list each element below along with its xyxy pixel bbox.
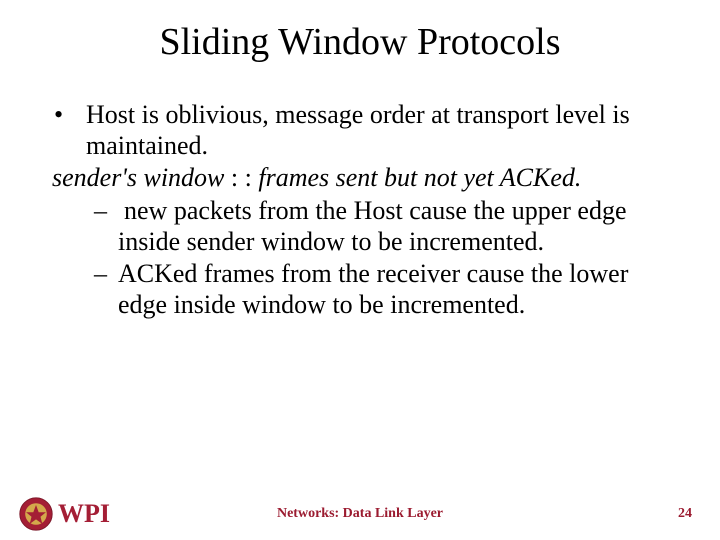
dash-icon: – — [94, 259, 118, 320]
definition-line: sender's window : : frames sent but not … — [52, 163, 672, 194]
bullet-dot-icon: • — [52, 100, 86, 161]
page-number: 24 — [678, 506, 692, 522]
dash-icon: – — [94, 196, 118, 257]
bullet-text: Host is oblivious, message order at tran… — [86, 100, 672, 161]
sub-bullet-text: ACKed frames from the receiver cause the… — [118, 259, 672, 320]
slide: Sliding Window Protocols • Host is obliv… — [0, 0, 720, 540]
slide-title: Sliding Window Protocols — [0, 20, 720, 64]
definition-desc: frames sent but not yet ACKed. — [258, 163, 581, 192]
footer-title: Networks: Data Link Layer — [0, 506, 720, 522]
definition-term: sender's window — [52, 163, 224, 192]
bullet-level-2: – new packets from the Host cause the up… — [94, 196, 672, 257]
bullet-level-2: – ACKed frames from the receiver cause t… — [94, 259, 672, 320]
definition-sep: : : — [224, 163, 258, 192]
bullet-level-1: • Host is oblivious, message order at tr… — [52, 100, 672, 161]
sub-bullet-text: new packets from the Host cause the uppe… — [118, 196, 672, 257]
slide-body: • Host is oblivious, message order at tr… — [52, 100, 672, 321]
sub-list: – new packets from the Host cause the up… — [94, 196, 672, 321]
